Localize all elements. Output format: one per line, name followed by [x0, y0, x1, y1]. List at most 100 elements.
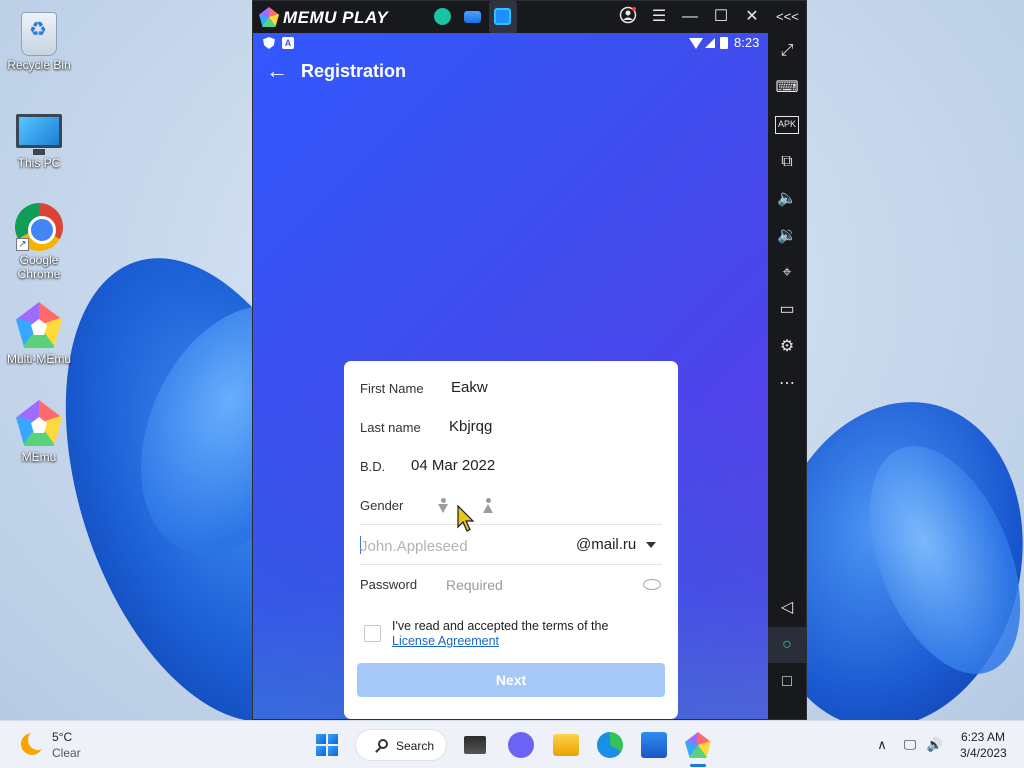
chat-icon[interactable]	[508, 732, 534, 758]
chevron-up-icon[interactable]: ∧	[872, 735, 892, 755]
gender-female-icon[interactable]	[436, 498, 450, 514]
taskbar-search[interactable]: Search	[355, 729, 447, 761]
multi-memu-icon	[16, 302, 62, 348]
page-title: Registration	[301, 61, 407, 81]
email-domain-select[interactable]: @mail.ru	[576, 536, 636, 553]
birth-date-label: B.D.	[360, 459, 386, 474]
android-recents-icon[interactable]: □	[775, 670, 799, 694]
file-explorer-icon[interactable]	[553, 734, 579, 756]
chevron-down-icon[interactable]	[646, 542, 656, 548]
recycle-bin-icon	[21, 12, 57, 56]
desktop-icon-google-chrome[interactable]: ↗ Google Chrome	[1, 203, 77, 281]
weather-temperature[interactable]: 5°C	[52, 730, 72, 744]
battery-icon	[720, 37, 728, 49]
gender-male-icon[interactable]	[481, 498, 495, 514]
license-agreement-link[interactable]: License Agreement	[392, 634, 499, 648]
close-icon[interactable]: ✕	[741, 6, 763, 28]
clock-time[interactable]: 6:23 AM	[961, 730, 1005, 744]
show-password-icon[interactable]	[643, 579, 661, 590]
shortcut-arrow-icon: ↗	[16, 238, 29, 251]
apk-icon[interactable]: APK	[775, 116, 799, 134]
last-name-label: Last name	[360, 420, 421, 435]
desktop-icon-memu[interactable]: MEmu	[1, 400, 77, 464]
edge-icon[interactable]	[597, 732, 623, 758]
windows-taskbar: 5°C Clear Search ∧ 🖵 🔊 6:23 AM 3/4/2023	[0, 720, 1024, 768]
desktop-icon-label: MEmu	[21, 450, 57, 464]
active-app-indicator	[690, 764, 706, 767]
collapse-sidebar-icon[interactable]: <<<	[776, 6, 799, 28]
memu-taskbar-icon[interactable]	[685, 732, 711, 758]
fullscreen-icon[interactable]: ⤢	[775, 39, 799, 63]
location-icon[interactable]: ⌖	[775, 261, 799, 285]
status-time: 8:23	[734, 35, 760, 50]
birth-date-value[interactable]: 04 Mar 2022	[411, 457, 495, 474]
app-bar: ← Registration	[253, 53, 768, 91]
shield-icon	[263, 37, 275, 49]
back-arrow-icon[interactable]: ←	[265, 59, 289, 83]
memu-play-window: MEMU PLAY ☰ — ☐ ✕ <<< A 8:23 ← Registrat…	[252, 0, 807, 720]
first-name-label: First Name	[360, 381, 424, 396]
gender-label: Gender	[360, 498, 404, 513]
desktop-icon-label: Recycle Bin	[7, 58, 71, 72]
desktop-icon-multi-memu[interactable]: Multi-MEmu	[1, 302, 77, 366]
memu-logo-icon	[259, 7, 279, 27]
settings-icon[interactable]: ⚙	[775, 335, 799, 359]
terms-text: I've read and accepted the terms of the …	[392, 619, 662, 649]
desktop-icon-this-pc[interactable]: This PC	[1, 104, 77, 170]
window-title: MEMU PLAY	[283, 8, 389, 27]
volume-down-icon[interactable]: 🔉	[775, 224, 799, 248]
keyboard-indicator-icon: A	[282, 37, 294, 49]
memu-icon	[16, 400, 62, 446]
task-view-icon[interactable]	[464, 736, 486, 754]
password-row: Password	[360, 565, 662, 604]
minimize-icon[interactable]: —	[679, 6, 701, 28]
multi-window-icon[interactable]: ⧉	[775, 150, 799, 174]
weather-moon-icon[interactable]	[21, 730, 48, 755]
this-pc-icon	[16, 114, 62, 155]
android-home-icon[interactable]: ○	[768, 627, 806, 663]
terms-checkbox[interactable]	[364, 625, 381, 642]
wifi-icon	[689, 38, 703, 49]
desktop-icon-label: Multi-MEmu	[6, 352, 71, 366]
email-row: @mail.ru	[360, 526, 662, 565]
android-screen: A 8:23 ← Registration First Name Eakw La…	[253, 33, 768, 719]
more-icon[interactable]: ⋯	[775, 372, 799, 396]
account-icon[interactable]	[617, 6, 639, 28]
clock-date[interactable]: 3/4/2023	[960, 746, 1007, 760]
memu-tab-icon[interactable]	[494, 8, 511, 25]
microsoft-store-icon[interactable]	[641, 732, 667, 758]
desktop-icon-recycle-bin[interactable]: Recycle Bin	[1, 8, 77, 72]
folder-icon[interactable]: ▭	[775, 298, 799, 322]
maximize-icon[interactable]: ☐	[710, 6, 732, 28]
android-back-icon[interactable]: ◁	[775, 596, 799, 620]
terms-sentence: I've read and accepted the terms of the	[392, 619, 609, 633]
last-name-row[interactable]: Last name Kbjrqg	[360, 408, 662, 447]
search-label: Search	[396, 739, 435, 753]
app-tab-icon[interactable]	[434, 8, 451, 25]
chrome-icon: ↗	[15, 203, 63, 251]
start-button[interactable]	[316, 734, 338, 756]
volume-up-icon[interactable]: 🔈	[775, 187, 799, 211]
keyboard-mapping-icon[interactable]: ⌨	[775, 76, 799, 100]
first-name-row[interactable]: First Name Eakw	[360, 369, 662, 408]
password-input[interactable]	[446, 574, 626, 596]
signal-icon	[705, 38, 715, 48]
first-name-value[interactable]: Eakw	[451, 379, 488, 396]
birth-date-row[interactable]: B.D. 04 Mar 2022	[360, 447, 662, 486]
network-icon[interactable]: 🖵	[900, 735, 920, 755]
file-manager-tab-icon[interactable]	[464, 11, 481, 23]
password-label: Password	[360, 577, 418, 592]
android-status-bar: A 8:23	[253, 33, 768, 53]
emulator-side-toolbar: ⤢ ⌨ APK ⧉ 🔈 🔉 ⌖ ▭ ⚙ ⋯ ◁ ○ □	[768, 33, 806, 719]
desktop-icon-label: This PC	[17, 156, 61, 170]
registration-form-card: First Name Eakw Last name Kbjrqg B.D. 04…	[344, 361, 678, 719]
email-input[interactable]	[360, 535, 560, 557]
search-icon	[378, 739, 388, 749]
weather-description[interactable]: Clear	[52, 746, 81, 760]
menu-icon[interactable]: ☰	[648, 6, 670, 28]
window-titlebar[interactable]: MEMU PLAY ☰ — ☐ ✕ <<<	[253, 1, 806, 33]
next-button[interactable]: Next	[357, 663, 665, 697]
volume-icon[interactable]: 🔊	[925, 735, 945, 755]
last-name-value[interactable]: Kbjrqg	[449, 418, 492, 435]
desktop-icon-label: Google Chrome	[17, 253, 61, 281]
